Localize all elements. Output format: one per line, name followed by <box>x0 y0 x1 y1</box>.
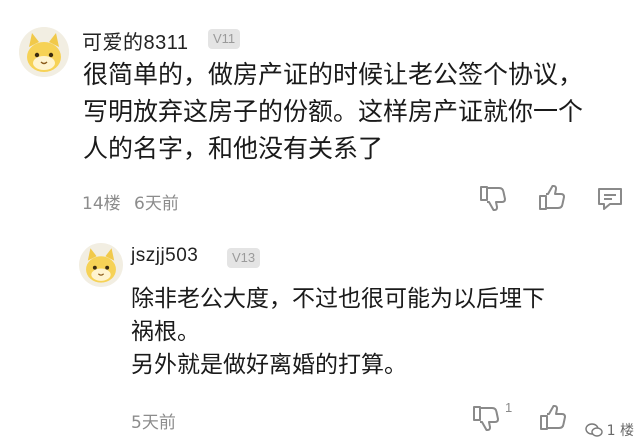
comment-icon <box>598 188 622 210</box>
thumbs-down-icon <box>473 406 499 431</box>
avatar[interactable] <box>19 27 69 77</box>
cat-avatar-icon <box>19 27 69 77</box>
watermark-text: 1 楼 <box>606 423 634 439</box>
floor-number: 14楼 <box>82 194 121 214</box>
watermark: 1 楼 <box>584 420 634 440</box>
thumbs-down-icon <box>480 186 506 211</box>
comment-username[interactable]: 可爱的8311 <box>82 26 189 55</box>
thumbs-up-icon <box>540 405 566 430</box>
reply-time: 5天前 <box>131 413 176 433</box>
level-badge: V11 <box>208 29 241 49</box>
like-button[interactable] <box>537 184 567 216</box>
comment-meta: 14楼 6天前 <box>82 189 179 214</box>
reply-button[interactable] <box>596 186 624 216</box>
level-badge: V13 <box>227 248 261 268</box>
comment-time: 6天前 <box>134 194 179 214</box>
cat-avatar-icon <box>79 243 123 287</box>
comment-body: 很简单的，做房产证的时候让老公签个协议， 写明放弃这房子的份额。这样房产证就你一… <box>83 60 584 163</box>
reply-like-button[interactable] <box>538 404 568 436</box>
reply-username[interactable]: jszjj503 <box>131 245 198 267</box>
wechat-icon <box>584 423 603 437</box>
reply-avatar[interactable] <box>79 243 123 287</box>
thumbs-up-icon <box>539 185 565 210</box>
dislike-button[interactable] <box>478 184 508 216</box>
reply-dislike-button[interactable] <box>471 404 501 436</box>
dislike-count: 1 <box>505 400 513 415</box>
reply-body: 除非老公大度，不过也很可能为以后埋下 祸根。 另外就是做好离婚的打算。 <box>131 286 545 378</box>
